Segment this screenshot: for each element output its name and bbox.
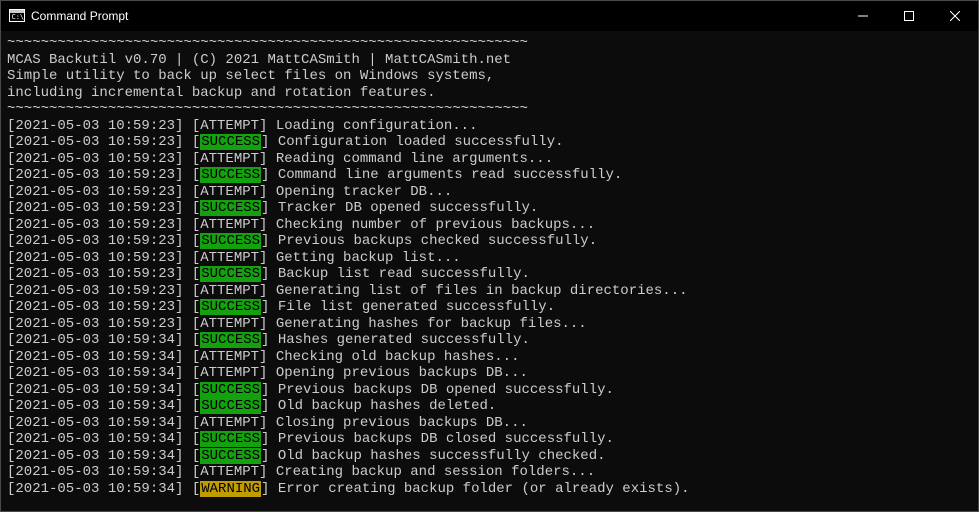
log-line: [2021-05-03 10:59:23] [SUCCESS] Command … [7, 167, 972, 184]
header-desc-line: Simple utility to back up select files o… [7, 68, 972, 85]
minimize-button[interactable] [840, 1, 886, 31]
window-controls [840, 1, 978, 31]
log-line: [2021-05-03 10:59:23] [ATTEMPT] Opening … [7, 184, 972, 201]
svg-text:C:\: C:\ [12, 13, 25, 21]
log-line: [2021-05-03 10:59:34] [SUCCESS] Hashes g… [7, 332, 972, 349]
maximize-button[interactable] [886, 1, 932, 31]
log-line: [2021-05-03 10:59:23] [SUCCESS] Backup l… [7, 266, 972, 283]
header-separator: ~~~~~~~~~~~~~~~~~~~~~~~~~~~~~~~~~~~~~~~~… [7, 101, 972, 118]
log-line: [2021-05-03 10:59:34] [ATTEMPT] Closing … [7, 415, 972, 432]
log-line: [2021-05-03 10:59:23] [ATTEMPT] Checking… [7, 217, 972, 234]
log-line: [2021-05-03 10:59:34] [SUCCESS] Old back… [7, 448, 972, 465]
log-line: [2021-05-03 10:59:23] [ATTEMPT] Reading … [7, 151, 972, 168]
minimize-icon [858, 11, 868, 21]
log-line: [2021-05-03 10:59:23] [SUCCESS] Configur… [7, 134, 972, 151]
app-icon: C:\ [9, 8, 25, 24]
log-line: [2021-05-03 10:59:23] [ATTEMPT] Getting … [7, 250, 972, 267]
log-line: [2021-05-03 10:59:23] [SUCCESS] File lis… [7, 299, 972, 316]
titlebar[interactable]: C:\ Command Prompt [1, 1, 978, 31]
log-line: [2021-05-03 10:59:23] [ATTEMPT] Generati… [7, 283, 972, 300]
log-line: [2021-05-03 10:59:23] [SUCCESS] Previous… [7, 233, 972, 250]
log-line: [2021-05-03 10:59:34] [ATTEMPT] Checking… [7, 349, 972, 366]
log-line: [2021-05-03 10:59:34] [SUCCESS] Old back… [7, 398, 972, 415]
log-line: [2021-05-03 10:59:23] [ATTEMPT] Generati… [7, 316, 972, 333]
log-line: [2021-05-03 10:59:34] [SUCCESS] Previous… [7, 382, 972, 399]
log-line: [2021-05-03 10:59:23] [ATTEMPT] Loading … [7, 118, 972, 135]
window-title: Command Prompt [31, 9, 840, 23]
log-line: [2021-05-03 10:59:34] [WARNING] Error cr… [7, 481, 972, 498]
log-line: [2021-05-03 10:59:34] [SUCCESS] Previous… [7, 431, 972, 448]
close-button[interactable] [932, 1, 978, 31]
log-line: [2021-05-03 10:59:34] [ATTEMPT] Opening … [7, 365, 972, 382]
maximize-icon [904, 11, 914, 21]
command-prompt-window: C:\ Command Prompt ~~~~~~~~~~~~~~~~~~~~~… [0, 0, 979, 512]
header-separator: ~~~~~~~~~~~~~~~~~~~~~~~~~~~~~~~~~~~~~~~~… [7, 35, 972, 52]
console-output[interactable]: ~~~~~~~~~~~~~~~~~~~~~~~~~~~~~~~~~~~~~~~~… [1, 31, 978, 511]
header-title-line: MCAS Backutil v0.70 | (C) 2021 MattCASmi… [7, 52, 972, 69]
close-icon [950, 11, 960, 21]
log-line: [2021-05-03 10:59:23] [SUCCESS] Tracker … [7, 200, 972, 217]
log-line: [2021-05-03 10:59:34] [ATTEMPT] Creating… [7, 464, 972, 481]
header-desc-line: including incremental backup and rotatio… [7, 85, 972, 102]
